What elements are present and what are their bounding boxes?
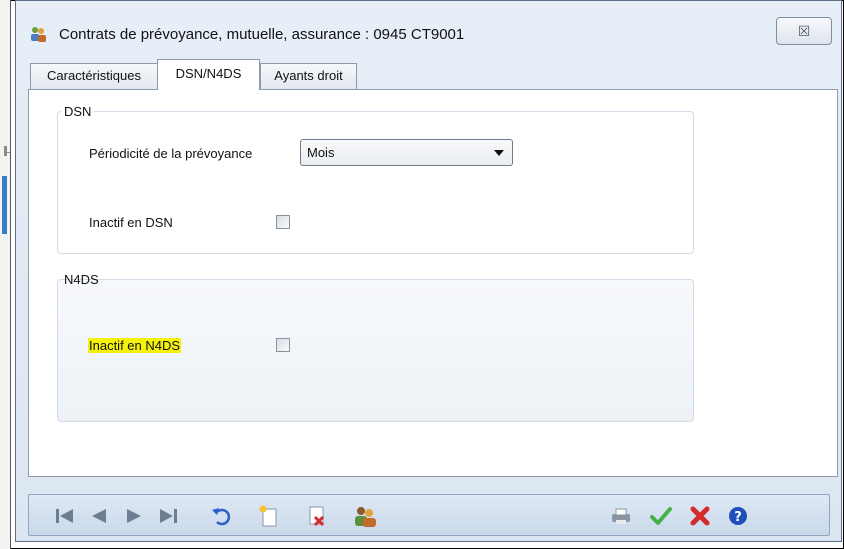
tab-caracteristiques[interactable]: Caractéristiques <box>30 63 158 89</box>
inactif-dsn-checkbox[interactable] <box>276 215 290 229</box>
tab-label: Caractéristiques <box>47 68 141 83</box>
tab-panel: DSN Périodicité de la prévoyance Mois In… <box>28 89 838 477</box>
print-icon[interactable] <box>609 504 633 528</box>
tab-ayants-droit[interactable]: Ayants droit <box>260 63 357 89</box>
delete-document-icon[interactable] <box>305 504 329 528</box>
close-button[interactable]: ☒ <box>776 17 832 45</box>
inactif-dsn-label: Inactif en DSN <box>89 215 173 230</box>
validate-check-icon[interactable] <box>649 504 673 528</box>
first-record-icon[interactable] <box>53 504 77 528</box>
background-scrollbar-accent <box>2 176 7 234</box>
background-window-edge <box>0 0 11 549</box>
dialog-window: Contrats de prévoyance, mutuelle, assura… <box>15 0 842 542</box>
svg-text:?: ? <box>734 510 742 525</box>
help-icon[interactable]: ? <box>726 504 750 528</box>
chevron-down-icon <box>494 150 504 156</box>
title-bar[interactable]: Contrats de prévoyance, mutuelle, assura… <box>16 1 841 53</box>
contract-users-icon <box>29 25 47 43</box>
last-record-icon[interactable] <box>156 504 180 528</box>
new-document-icon[interactable] <box>257 504 281 528</box>
dsn-group <box>57 111 694 254</box>
next-record-icon[interactable] <box>122 504 146 528</box>
periodicite-label: Périodicité de la prévoyance <box>89 146 253 161</box>
close-icon: ☒ <box>797 23 811 39</box>
window-title: Contrats de prévoyance, mutuelle, assura… <box>59 26 465 43</box>
background-tick <box>4 146 7 156</box>
bottom-toolbar: ? <box>28 494 830 536</box>
dsn-group-title: DSN <box>61 104 95 119</box>
periodicite-select[interactable]: Mois <box>300 139 513 166</box>
undo-icon[interactable] <box>209 504 233 528</box>
inactif-n4ds-checkbox[interactable] <box>276 338 290 352</box>
tab-label: Ayants droit <box>274 68 343 83</box>
background-tick <box>4 152 10 153</box>
previous-record-icon[interactable] <box>87 504 111 528</box>
cancel-x-icon[interactable] <box>688 504 712 528</box>
users-icon[interactable] <box>353 504 377 528</box>
inactif-n4ds-label: Inactif en N4DS <box>88 338 182 353</box>
n4ds-group-title: N4DS <box>64 272 99 287</box>
periodicite-value: Mois <box>307 145 335 160</box>
tab-dsn-n4ds[interactable]: DSN/N4DS <box>157 59 260 90</box>
tab-label: DSN/N4DS <box>175 66 242 81</box>
